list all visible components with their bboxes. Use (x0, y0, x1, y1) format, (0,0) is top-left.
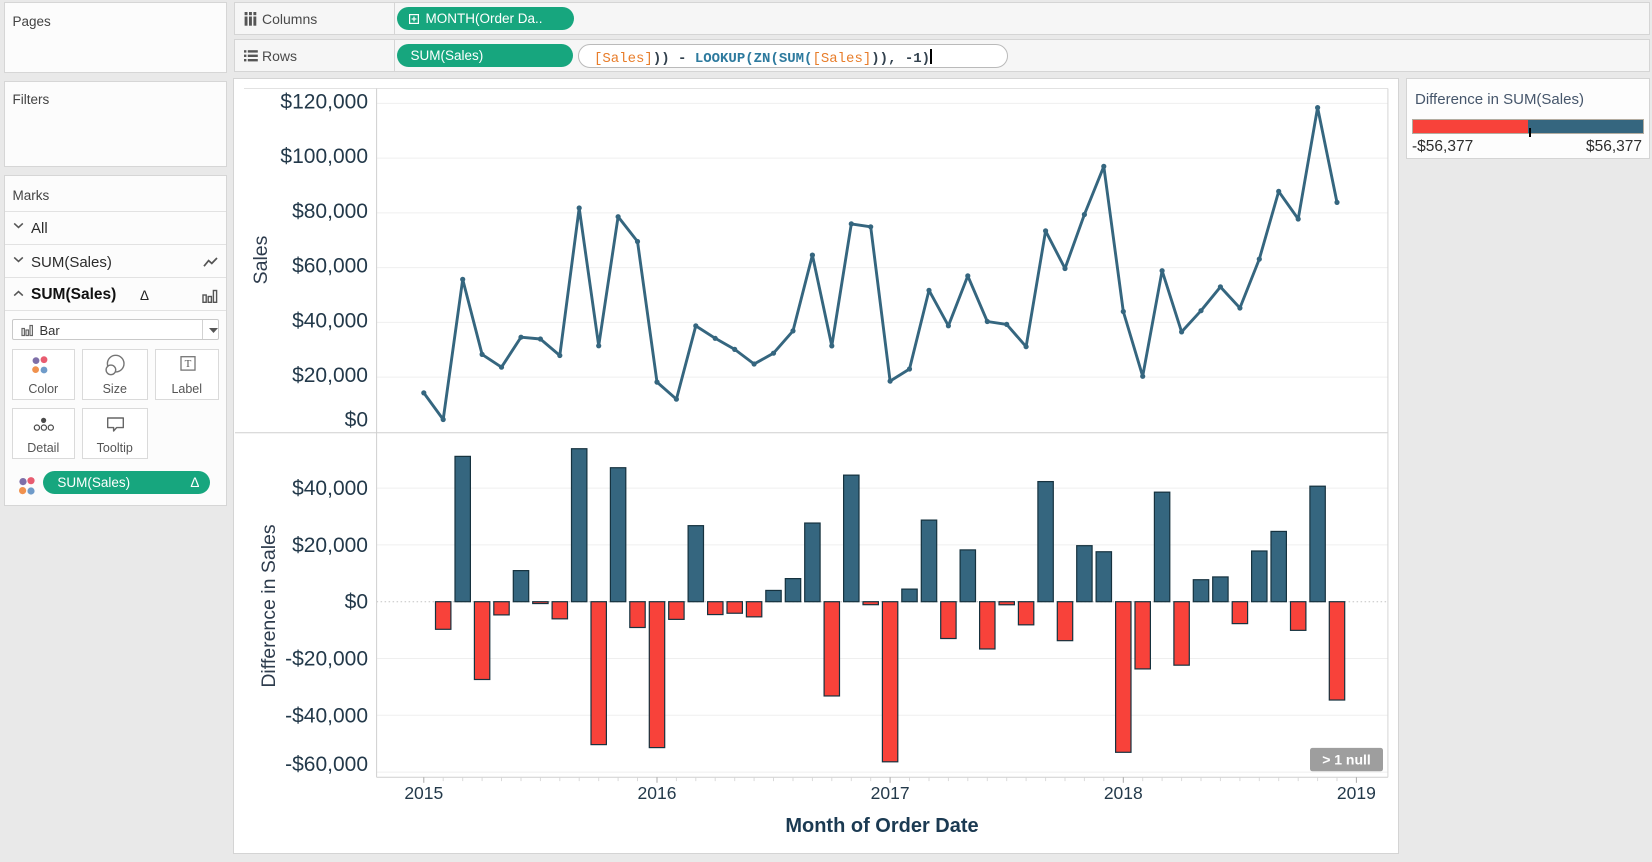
svg-text:2016: 2016 (638, 783, 677, 803)
svg-text:-$60,000: -$60,000 (285, 753, 368, 776)
svg-text:Difference in Sales: Difference in Sales (258, 524, 280, 688)
svg-text:$120,000: $120,000 (280, 90, 368, 113)
svg-text:> 1 null: > 1 null (1322, 752, 1371, 768)
svg-text:T: T (185, 358, 192, 370)
svg-text:$0: $0 (345, 591, 368, 614)
svg-text:2017: 2017 (871, 783, 910, 803)
svg-text:$20,000: $20,000 (292, 364, 368, 387)
svg-text:2018: 2018 (1104, 783, 1143, 803)
svg-text:$40,000: $40,000 (292, 477, 368, 500)
svg-text:Month of Order Date: Month of Order Date (785, 815, 978, 837)
svg-text:$60,000: $60,000 (292, 255, 368, 278)
svg-text:$0: $0 (345, 409, 368, 432)
svg-text:$20,000: $20,000 (292, 534, 368, 557)
svg-text:2019: 2019 (1337, 783, 1376, 803)
svg-text:Sales: Sales (250, 235, 272, 284)
svg-text:$80,000: $80,000 (292, 200, 368, 223)
svg-text:$100,000: $100,000 (280, 145, 368, 168)
svg-text:2015: 2015 (404, 783, 443, 803)
svg-text:-$20,000: -$20,000 (285, 648, 368, 671)
svg-text:-$40,000: -$40,000 (285, 704, 368, 727)
svg-text:$40,000: $40,000 (292, 309, 368, 332)
